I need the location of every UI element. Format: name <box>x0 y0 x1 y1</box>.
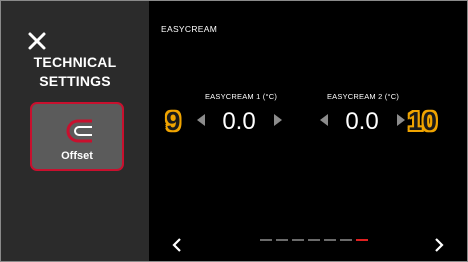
chevron-right-icon <box>274 114 282 126</box>
page-dot <box>260 239 272 241</box>
chevron-left-icon <box>172 238 181 252</box>
sidebar-title: TECHNICAL SETTINGS <box>33 54 117 89</box>
chevron-left-icon <box>197 114 205 126</box>
chevron-left-icon <box>320 114 328 126</box>
page-title: EASYCREAM <box>161 24 218 34</box>
page-dot <box>324 239 336 241</box>
sidebar: TECHNICAL SETTINGS Offset <box>1 1 149 261</box>
close-button[interactable] <box>25 29 49 53</box>
param-1-value[interactable]: 0.0 <box>209 108 269 136</box>
param-1-label: EASYCREAM 1 (°C) <box>204 92 278 101</box>
page-indicator <box>260 239 368 241</box>
param-1-increase-button[interactable] <box>271 112 285 128</box>
offset-button[interactable]: Offset <box>30 102 124 171</box>
param-1-decrease-button[interactable] <box>194 112 208 128</box>
param-2-increase-button[interactable] <box>394 112 408 128</box>
page-dot <box>292 239 304 241</box>
page-dot-active <box>356 239 368 241</box>
close-icon <box>28 32 46 50</box>
param-2-decrease-button[interactable] <box>317 112 331 128</box>
param-2-label: EASYCREAM 2 (°C) <box>326 92 400 101</box>
param-2-value[interactable]: 0.0 <box>332 108 392 136</box>
previous-page-button[interactable] <box>170 236 184 254</box>
step-badge-9: 9 <box>166 106 181 136</box>
page-dot <box>276 239 288 241</box>
chevron-right-icon <box>435 238 444 252</box>
offset-label: Offset <box>61 150 93 162</box>
next-page-button[interactable] <box>432 236 446 254</box>
offset-icon <box>66 119 92 143</box>
step-badge-10: 10 <box>408 106 437 136</box>
page-dot <box>308 239 320 241</box>
page-dot <box>340 239 352 241</box>
chevron-right-icon <box>397 114 405 126</box>
